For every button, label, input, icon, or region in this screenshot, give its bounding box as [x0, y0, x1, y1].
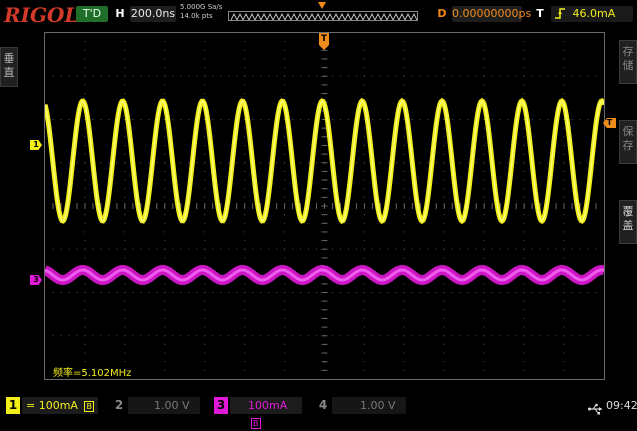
- ch1-scale-box[interactable]: = 100mA B: [22, 397, 98, 414]
- memory-depth: 14.0k pts: [180, 12, 213, 20]
- waveform-display[interactable]: T 频率=5.102MHz: [44, 32, 605, 380]
- trigger-position-arrow-icon: [318, 2, 326, 9]
- ch1-scale: = 100mA: [26, 399, 78, 412]
- ch1-bw-limit-badge: B: [84, 401, 94, 412]
- ch3-offset-marker[interactable]: 3: [30, 275, 42, 285]
- clock: 09:42: [606, 399, 637, 412]
- sample-rate: 5.000G Sa/s: [180, 3, 223, 11]
- ch1-offset-marker[interactable]: 1: [30, 140, 42, 150]
- vertical-menu-button[interactable]: 垂 直: [0, 47, 18, 87]
- trigger-marker-arrow-icon: [319, 45, 329, 50]
- ch3-bw-limit-badge: B: [251, 418, 261, 429]
- ch3-scale: 100mA: [248, 399, 288, 412]
- top-status-bar: RIGOL T'D H 200.0ns 5.000G Sa/s 14.0k pt…: [0, 0, 637, 28]
- rising-edge-icon: [553, 6, 567, 20]
- trigger-position-marker[interactable]: T: [319, 33, 329, 45]
- ch4-scale: 1.00 V: [360, 399, 396, 412]
- waveform-traces: [45, 97, 604, 286]
- trigger-label: T: [536, 7, 544, 20]
- ch1-number[interactable]: 1: [6, 397, 20, 414]
- delay-value[interactable]: 0.00000000ps: [452, 6, 531, 22]
- ch4-scale-box[interactable]: 1.00 V: [332, 397, 406, 414]
- acquisition-info: 5.000G Sa/s 14.0k pts: [180, 3, 224, 21]
- store-menu-button[interactable]: 存 储: [619, 40, 637, 84]
- trigger-setting[interactable]: 46.0mA: [551, 6, 633, 22]
- frequency-measurement: 频率=5.102MHz: [53, 368, 132, 379]
- memory-position-bar[interactable]: [228, 11, 418, 21]
- ch2-scale-box[interactable]: 1.00 V: [128, 397, 200, 414]
- ch2-scale: 1.00 V: [154, 399, 190, 412]
- memory-bar-pattern: [230, 12, 417, 20]
- run-state-badge[interactable]: T'D: [76, 6, 108, 22]
- rigol-logo: RIGOL: [4, 3, 79, 27]
- ch3-number[interactable]: 3: [214, 397, 228, 414]
- ch2-number[interactable]: 2: [112, 397, 126, 414]
- save-menu-button[interactable]: 保 存: [619, 120, 637, 164]
- ch1-waveform: [45, 97, 604, 225]
- trigger-level-value: 46.0mA: [572, 7, 616, 20]
- timebase-value[interactable]: 200.0ns: [130, 6, 176, 22]
- horizontal-label: H: [115, 7, 125, 20]
- usb-icon: [588, 400, 604, 415]
- ch3-scale-box[interactable]: 100mA B: [230, 397, 302, 429]
- overlay-menu-button[interactable]: 覆 盖: [619, 200, 637, 244]
- ch4-number[interactable]: 4: [316, 397, 330, 414]
- delay-label: D: [437, 7, 447, 20]
